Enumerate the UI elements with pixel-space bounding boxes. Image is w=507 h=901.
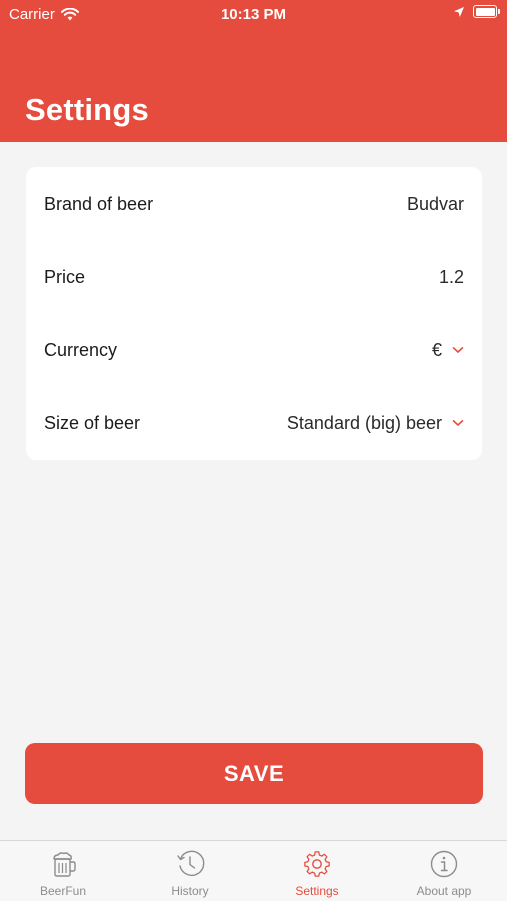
chevron-down-icon (452, 347, 464, 353)
tab-history[interactable]: History (127, 841, 253, 901)
location-arrow-icon (454, 6, 464, 17)
size-value: Standard (big) beer (286, 412, 442, 433)
currency-label: Currency (44, 339, 118, 360)
gear-icon (304, 851, 330, 877)
status-right (453, 5, 500, 18)
currency-row[interactable]: Currency € (26, 325, 482, 375)
tab-settings[interactable]: Settings (254, 841, 380, 901)
currency-value: € (431, 339, 442, 360)
price-value: 1.2 (438, 266, 464, 287)
tab-beerfun-label: BeerFun (39, 884, 87, 898)
price-label: Price (44, 266, 86, 287)
price-row[interactable]: Price 1.2 (26, 252, 482, 302)
history-clock-icon (177, 850, 205, 876)
brand-label: Brand of beer (44, 193, 154, 214)
brand-row[interactable]: Brand of beer Budvar (26, 179, 482, 229)
beer-mug-icon (53, 852, 76, 877)
tab-settings-label: Settings (295, 884, 339, 898)
tab-history-label: History (171, 884, 209, 898)
tab-bar: BeerFun History Settings About app (0, 840, 507, 901)
save-button[interactable]: SAVE (25, 743, 483, 804)
size-dropdown[interactable]: Standard (big) beer (287, 413, 464, 434)
status-time: 10:13 PM (220, 6, 287, 23)
brand-value-field[interactable]: Budvar (407, 194, 464, 215)
brand-value: Budvar (406, 193, 464, 214)
currency-dropdown[interactable]: € (432, 340, 464, 361)
header: Carrier 10:13 PM Settings (0, 0, 507, 142)
tab-about[interactable]: About app (381, 841, 507, 901)
size-row[interactable]: Size of beer Standard (big) beer (26, 398, 482, 448)
chevron-down-icon (452, 420, 464, 426)
status-bar: Carrier 10:13 PM (0, 0, 507, 30)
info-icon (430, 850, 458, 878)
page-title: Settings (25, 92, 149, 127)
battery-icon (473, 5, 500, 18)
tab-beerfun[interactable]: BeerFun (0, 841, 126, 901)
tab-about-label: About app (416, 884, 472, 898)
size-label: Size of beer (44, 412, 141, 433)
settings-card: Brand of beer Budvar Price 1.2 Currency … (26, 167, 482, 460)
price-value-field[interactable]: 1.2 (439, 267, 464, 288)
